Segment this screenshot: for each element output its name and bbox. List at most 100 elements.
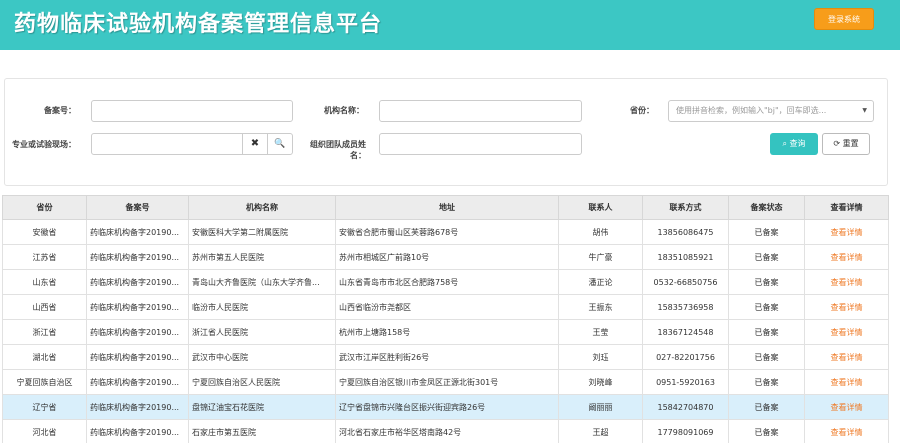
- cell-status: 已备案: [728, 319, 805, 345]
- cell-address: 宁夏回族自治区银川市金凤区正源北街301号: [335, 369, 559, 395]
- cell-detail: 查看详情: [804, 294, 889, 320]
- cell-contact: 王莹: [558, 319, 643, 345]
- view-details-link[interactable]: 查看详情: [831, 403, 863, 412]
- cell-address: 山东省青岛市市北区合肥路758号: [335, 269, 559, 295]
- query-label: 查询: [789, 139, 806, 148]
- cell-phone: 18351085921: [642, 244, 729, 270]
- cell-contact: 刘珏: [558, 344, 643, 370]
- cell-status: 已备案: [728, 219, 805, 245]
- cell-record-no: 药临床机构备字20190...: [86, 419, 189, 443]
- table-row[interactable]: 辽宁省 药临床机构备字20190... 盘锦辽油宝石花医院 辽宁省盘锦市兴隆台区振兴街…: [2, 394, 889, 420]
- cell-phone: 0532-66850756: [642, 269, 729, 295]
- cell-record-no: 药临床机构备字20190...: [86, 244, 189, 270]
- cell-record-no: 药临床机构备字20190...: [86, 269, 189, 295]
- cell-address: 河北省石家庄市裕华区塔南路42号: [335, 419, 559, 443]
- view-details-link[interactable]: 查看详情: [831, 328, 863, 337]
- view-details-link[interactable]: 查看详情: [831, 428, 863, 437]
- column-header-detail: 查看详情: [804, 195, 889, 220]
- cell-detail: 查看详情: [804, 419, 889, 443]
- cell-province: 宁夏回族自治区: [2, 369, 87, 395]
- cell-status: 已备案: [728, 419, 805, 443]
- cell-status: 已备案: [728, 294, 805, 320]
- table-row[interactable]: 山东省 药临床机构备字20190... 青岛山大齐鲁医院（山东大学齐鲁... 山东省青…: [2, 269, 889, 295]
- table-header-row: 省份 备案号 机构名称 地址 联系人 联系方式 备案状态 查看详情: [2, 195, 889, 220]
- cell-contact: 王超: [558, 419, 643, 443]
- team-label: 组织团队成员姓名：: [310, 140, 366, 160]
- column-header-record-no: 备案号: [86, 195, 189, 220]
- cell-address: 山西省临汾市尧都区: [335, 294, 559, 320]
- column-header-province: 省份: [2, 195, 87, 220]
- cell-province: 河北省: [2, 419, 87, 443]
- cell-status: 已备案: [728, 269, 805, 295]
- search-icon[interactable]: 🔍: [267, 134, 292, 154]
- cell-phone: 15835736958: [642, 294, 729, 320]
- cell-address: 武汉市江岸区胜利街26号: [335, 344, 559, 370]
- cell-org-name: 安徽医科大学第二附属医院: [188, 219, 336, 245]
- cell-detail: 查看详情: [804, 319, 889, 345]
- header-bar: 药物临床试验机构备案管理信息平台 登录系统: [0, 0, 900, 50]
- cell-org-name: 武汉市中心医院: [188, 344, 336, 370]
- table-body: 安徽省 药临床机构备字20190... 安徽医科大学第二附属医院 安徽省合肥市蜀山区芙…: [2, 219, 889, 443]
- cell-org-name: 盘锦辽油宝石花医院: [188, 394, 336, 420]
- cell-contact: 刘晓峰: [558, 369, 643, 395]
- table-row[interactable]: 山西省 药临床机构备字20190... 临汾市人民医院 山西省临汾市尧都区 王振东 158…: [2, 294, 889, 320]
- column-header-status: 备案状态: [728, 195, 805, 220]
- view-details-link[interactable]: 查看详情: [831, 228, 863, 237]
- login-button[interactable]: 登录系统: [814, 8, 874, 30]
- cell-phone: 0951-5920163: [642, 369, 729, 395]
- cell-address: 苏州市相城区广前路10号: [335, 244, 559, 270]
- cell-phone: 18367124548: [642, 319, 729, 345]
- query-button[interactable]: ⌕ 查询: [770, 133, 818, 155]
- cell-org-name: 宁夏回族自治区人民医院: [188, 369, 336, 395]
- province-label: 省份：: [630, 106, 654, 115]
- table-row[interactable]: 安徽省 药临床机构备字20190... 安徽医科大学第二附属医院 安徽省合肥市蜀山区芙…: [2, 219, 889, 245]
- view-details-link[interactable]: 查看详情: [831, 353, 863, 362]
- table-row[interactable]: 河北省 药临床机构备字20190... 石家庄市第五医院 河北省石家庄市裕华区塔南路4…: [2, 419, 889, 443]
- view-details-link[interactable]: 查看详情: [831, 278, 863, 287]
- search-panel: [4, 78, 888, 186]
- cell-phone: 17798091069: [642, 419, 729, 443]
- cell-record-no: 药临床机构备字20190...: [86, 344, 189, 370]
- org-name-label: 机构名称：: [324, 106, 364, 115]
- view-details-link[interactable]: 查看详情: [831, 378, 863, 387]
- reset-button[interactable]: ⟳ 重置: [822, 133, 870, 155]
- cell-province: 山西省: [2, 294, 87, 320]
- cell-detail: 查看详情: [804, 344, 889, 370]
- specialty-label: 专业或试验现场：: [12, 140, 76, 149]
- chevron-down-icon: ▼: [862, 107, 867, 114]
- cell-status: 已备案: [728, 244, 805, 270]
- cell-province: 安徽省: [2, 219, 87, 245]
- cell-contact: 牛广豪: [558, 244, 643, 270]
- cell-status: 已备案: [728, 344, 805, 370]
- reset-label: 重置: [842, 139, 859, 148]
- results-table: 省份 备案号 机构名称 地址 联系人 联系方式 备案状态 查看详情 安徽省 药临床机构备字201…: [2, 195, 889, 443]
- cell-contact: 阚丽丽: [558, 394, 643, 420]
- org-name-input[interactable]: [379, 100, 582, 122]
- province-placeholder: 使用拼音检索，例如输入"bj"，回车即选...: [676, 106, 827, 115]
- table-row[interactable]: 湖北省 药临床机构备字20190... 武汉市中心医院 武汉市江岸区胜利街26号 刘珏 0…: [2, 344, 889, 370]
- clear-icon[interactable]: ✖: [242, 134, 267, 154]
- table-row[interactable]: 浙江省 药临床机构备字20190... 浙江省人民医院 杭州市上塘路158号 王莹 183…: [2, 319, 889, 345]
- page-title: 药物临床试验机构备案管理信息平台: [14, 12, 383, 37]
- cell-detail: 查看详情: [804, 269, 889, 295]
- view-details-link[interactable]: 查看详情: [831, 253, 863, 262]
- view-details-link[interactable]: 查看详情: [831, 303, 863, 312]
- cell-address: 杭州市上塘路158号: [335, 319, 559, 345]
- cell-record-no: 药临床机构备字20190...: [86, 394, 189, 420]
- cell-record-no: 药临床机构备字20190...: [86, 369, 189, 395]
- cell-org-name: 青岛山大齐鲁医院（山东大学齐鲁...: [188, 269, 336, 295]
- table-row[interactable]: 江苏省 药临床机构备字20190... 苏州市第五人民医院 苏州市相城区广前路10号牛…: [2, 244, 889, 270]
- cell-address: 辽宁省盘锦市兴隆台区振兴街迎宾路26号: [335, 394, 559, 420]
- table-row[interactable]: 宁夏回族自治区 药临床机构备字20190... 宁夏回族自治区人民医院 宁夏回族自治区…: [2, 369, 889, 395]
- team-input[interactable]: [379, 133, 582, 155]
- cell-detail: 查看详情: [804, 219, 889, 245]
- cell-province: 山东省: [2, 269, 87, 295]
- cell-contact: 王振东: [558, 294, 643, 320]
- cell-detail: 查看详情: [804, 369, 889, 395]
- cell-record-no: 药临床机构备字20190...: [86, 294, 189, 320]
- cell-contact: 胡伟: [558, 219, 643, 245]
- province-select[interactable]: 使用拼音检索，例如输入"bj"，回车即选... ▼: [668, 100, 874, 122]
- cell-org-name: 石家庄市第五医院: [188, 419, 336, 443]
- specialty-input[interactable]: ✖ 🔍: [91, 133, 293, 155]
- record-no-input[interactable]: [91, 100, 293, 122]
